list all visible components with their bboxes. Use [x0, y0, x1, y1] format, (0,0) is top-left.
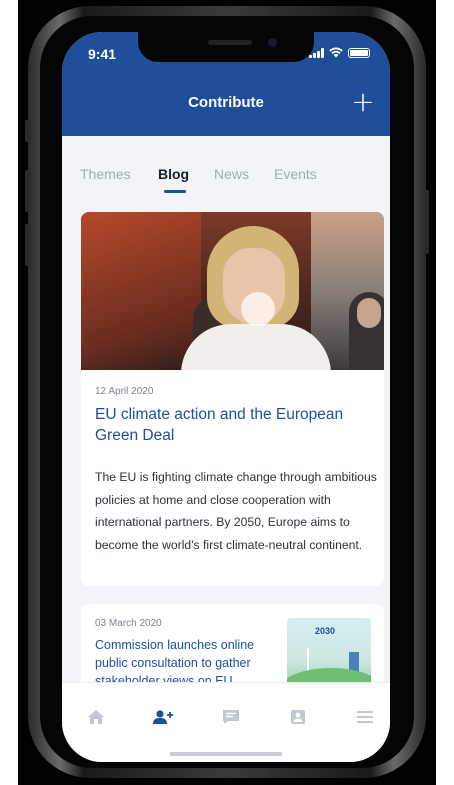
wind-turbine-icon: [307, 648, 309, 672]
front-camera: [268, 38, 277, 47]
comment-icon: [223, 710, 239, 724]
status-icons: [309, 47, 370, 58]
bottom-nav: [62, 682, 390, 762]
photo-background: [81, 212, 201, 370]
menu-icon: [357, 711, 373, 723]
tab-events[interactable]: Events: [274, 166, 317, 182]
device-notch: [138, 32, 314, 62]
tab-themes[interactable]: Themes: [80, 166, 131, 182]
side-button-volume-down: [25, 224, 30, 266]
photo-background-face: [357, 298, 381, 328]
nav-contribute[interactable]: [149, 705, 177, 729]
nav-comments[interactable]: [217, 705, 245, 729]
nav-menu[interactable]: [351, 705, 379, 729]
contact-icon: [291, 710, 305, 724]
blog-card-date: 03 March 2020: [95, 618, 162, 629]
app-screen: 9:41 Contribute + Themes Blog News Event…: [62, 32, 390, 762]
tab-news[interactable]: News: [214, 166, 249, 182]
nav-home[interactable]: [82, 705, 110, 729]
side-button-volume-up: [25, 170, 30, 212]
page-title: Contribute: [188, 94, 264, 111]
blog-card-photo: [81, 212, 384, 370]
tab-bar: Themes Blog News Events: [62, 158, 390, 192]
photo-subject-jacket: [181, 324, 331, 370]
home-indicator: [170, 752, 282, 756]
blog-card[interactable]: 12 April 2020 EU climate action and the …: [81, 212, 384, 586]
side-button-power: [424, 190, 429, 254]
touch-indicator: [241, 292, 275, 326]
add-button[interactable]: +: [350, 88, 376, 116]
battery-icon: [348, 48, 370, 58]
thumbnail-label: 2030: [315, 626, 336, 636]
home-icon: [88, 710, 104, 724]
side-button-mute: [25, 120, 30, 142]
wifi-icon: [329, 47, 343, 58]
add-user-icon: [153, 710, 173, 724]
status-time: 9:41: [88, 46, 117, 62]
blog-card-body: The EU is fighting climate change throug…: [95, 470, 377, 552]
active-tab-indicator: [164, 190, 186, 193]
nav-contacts[interactable]: [284, 705, 312, 729]
tab-blog[interactable]: Blog: [158, 166, 189, 182]
blog-card-date: 12 April 2020: [95, 386, 154, 397]
blog-card-title[interactable]: EU climate action and the European Green…: [95, 404, 375, 446]
speaker-grille: [208, 40, 252, 45]
